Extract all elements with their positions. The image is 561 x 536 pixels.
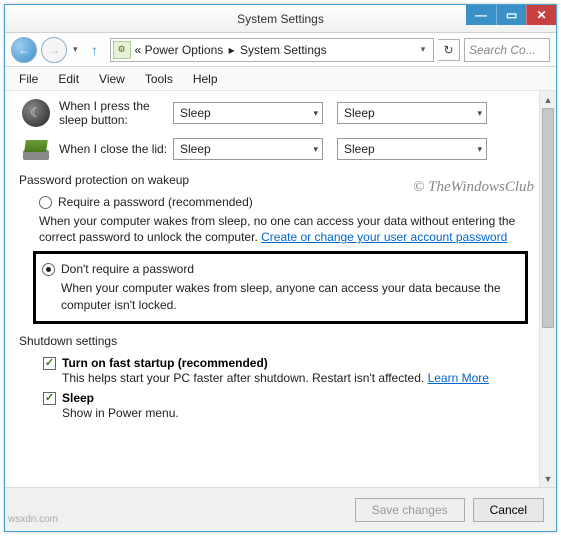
titlebar: System Settings — ▭ ✕: [5, 5, 556, 33]
cancel-button[interactable]: Cancel: [473, 498, 544, 522]
menu-bar: File Edit View Tools Help: [5, 67, 556, 91]
system-settings-window: System Settings — ▭ ✕ ← → ▾ ↑ ⚙ « Power …: [4, 4, 557, 532]
dont-require-password-option: Don't require a password: [42, 262, 517, 276]
sleep-checkbox[interactable]: [43, 392, 56, 405]
fast-startup-description: This helps start your PC faster after sh…: [62, 371, 542, 385]
fast-startup-option: Turn on fast startup (recommended): [43, 356, 542, 370]
vertical-scrollbar[interactable]: ▲ ▼: [539, 91, 556, 487]
close-button[interactable]: ✕: [526, 5, 556, 25]
sleep-button-label: When I press the sleep button:: [59, 99, 173, 127]
save-changes-button[interactable]: Save changes: [355, 498, 465, 522]
minimize-button[interactable]: —: [466, 5, 496, 25]
refresh-button[interactable]: ↻: [438, 39, 460, 61]
menu-help[interactable]: Help: [183, 68, 228, 90]
history-dropdown[interactable]: ▾: [71, 44, 80, 55]
breadcrumb: « Power Options ▸ System Settings: [135, 43, 415, 57]
fast-startup-label: Turn on fast startup (recommended): [62, 356, 268, 370]
change-password-link[interactable]: Create or change your user account passw…: [261, 230, 507, 244]
require-password-radio[interactable]: [39, 196, 52, 209]
scroll-thumb[interactable]: [542, 108, 554, 328]
footer: Save changes Cancel: [5, 487, 556, 531]
sleep-button-icon: ☾: [19, 99, 53, 127]
address-bar[interactable]: ⚙ « Power Options ▸ System Settings ▾: [110, 38, 434, 62]
menu-edit[interactable]: Edit: [48, 68, 89, 90]
sleep-button-row: ☾ When I press the sleep button: Sleep▾ …: [19, 99, 542, 127]
menu-tools[interactable]: Tools: [135, 68, 183, 90]
close-lid-plugged-dropdown[interactable]: Sleep▾: [337, 138, 487, 160]
dont-require-password-description: When your computer wakes from sleep, any…: [61, 280, 517, 312]
breadcrumb-item[interactable]: System Settings: [240, 43, 327, 57]
password-section-title: Password protection on wakeup: [19, 173, 542, 187]
back-button[interactable]: ←: [11, 37, 37, 63]
forward-button[interactable]: →: [41, 37, 67, 63]
up-button[interactable]: ↑: [84, 39, 106, 61]
dont-require-password-label: Don't require a password: [61, 262, 517, 276]
navigation-bar: ← → ▾ ↑ ⚙ « Power Options ▸ System Setti…: [5, 33, 556, 67]
search-input[interactable]: Search Co...: [464, 38, 550, 62]
breadcrumb-item[interactable]: Power Options: [145, 43, 224, 57]
sleep-option: Sleep: [43, 391, 542, 405]
shutdown-section-title: Shutdown settings: [19, 334, 542, 348]
require-password-label: Require a password (recommended): [58, 195, 542, 209]
menu-view[interactable]: View: [89, 68, 135, 90]
require-password-description: When your computer wakes from sleep, no …: [39, 213, 542, 245]
dont-require-password-radio[interactable]: [42, 263, 55, 276]
sleep-button-battery-dropdown[interactable]: Sleep▾: [173, 102, 323, 124]
learn-more-link[interactable]: Learn More: [428, 371, 489, 385]
sleep-button-plugged-dropdown[interactable]: Sleep▾: [337, 102, 487, 124]
address-dropdown[interactable]: ▾: [415, 44, 431, 55]
scroll-track[interactable]: [540, 108, 556, 470]
require-password-option: Require a password (recommended): [39, 195, 542, 209]
close-lid-battery-dropdown[interactable]: Sleep▾: [173, 138, 323, 160]
close-lid-label: When I close the lid:: [59, 142, 173, 156]
scroll-up-button[interactable]: ▲: [540, 91, 556, 108]
content-area: ☾ When I press the sleep button: Sleep▾ …: [5, 91, 556, 487]
close-lid-row: When I close the lid: Sleep▾ Sleep▾: [19, 135, 542, 163]
scroll-down-button[interactable]: ▼: [540, 470, 556, 487]
sleep-option-description: Show in Power menu.: [62, 406, 542, 420]
menu-file[interactable]: File: [9, 68, 48, 90]
maximize-button[interactable]: ▭: [496, 5, 526, 25]
highlighted-option: Don't require a password When your compu…: [33, 251, 528, 323]
fast-startup-checkbox[interactable]: [43, 357, 56, 370]
window-controls: — ▭ ✕: [466, 5, 556, 25]
image-credit: wsxdn.com: [8, 514, 58, 525]
sleep-option-label: Sleep: [62, 391, 94, 405]
control-panel-icon: ⚙: [113, 41, 131, 59]
lid-icon: [19, 135, 53, 163]
